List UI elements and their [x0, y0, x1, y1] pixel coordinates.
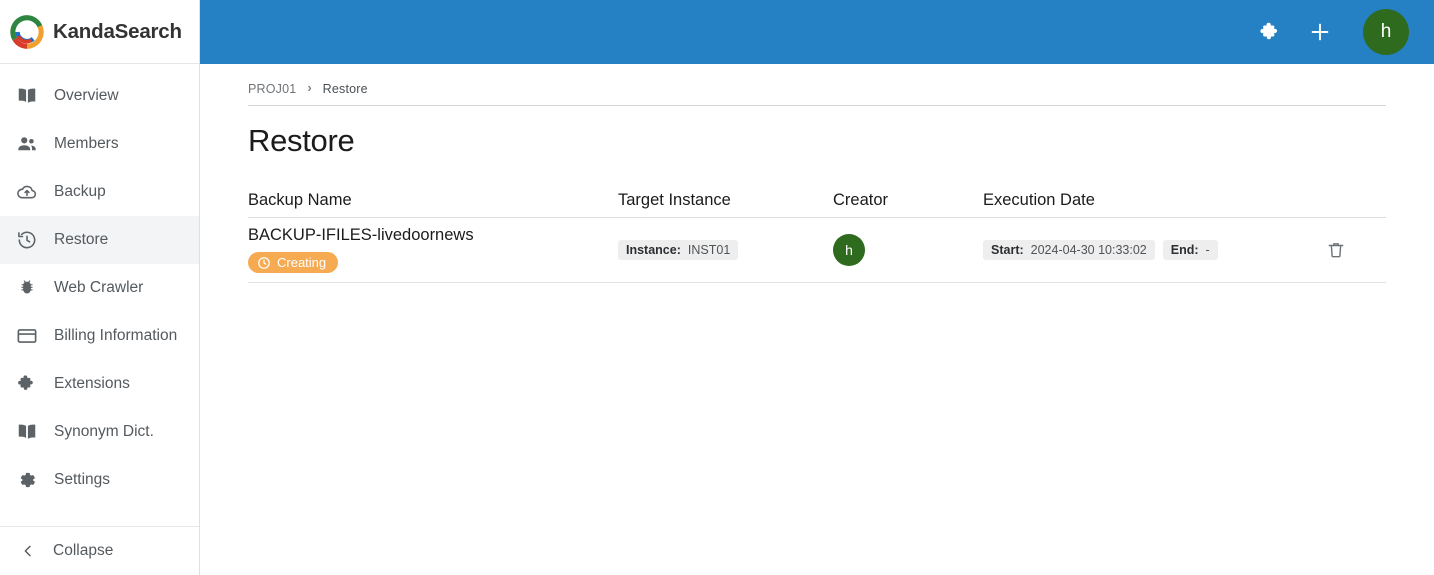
breadcrumb-item-current: Restore: [322, 81, 368, 96]
start-value: 2024-04-30 10:33:02: [1030, 243, 1147, 257]
bug-icon: [16, 277, 38, 299]
sidebar-item-members[interactable]: Members: [0, 120, 199, 168]
sidebar: KandaSearch Overview Members Backup Rest…: [0, 0, 200, 575]
table-row[interactable]: BACKUP-IFILES-livedoornews Creating Inst…: [248, 218, 1386, 283]
people-icon: [16, 133, 38, 155]
sidebar-nav: Overview Members Backup Restore Web Craw…: [0, 64, 199, 526]
end-time-pill: End: -: [1162, 240, 1218, 260]
cell-execution-date: Start: 2024-04-30 10:33:02 End: -: [983, 240, 1323, 260]
main-content: PROJ01 › Restore Restore Backup Name Tar…: [200, 64, 1434, 575]
instance-pill-label: Instance:: [626, 243, 681, 257]
sidebar-item-overview[interactable]: Overview: [0, 72, 199, 120]
cell-actions: [1323, 237, 1387, 263]
chevron-left-icon: [20, 543, 36, 559]
sidebar-item-label: Members: [54, 135, 119, 152]
sidebar-item-label: Billing Information: [54, 327, 178, 344]
kandasearch-swoosh-logo-icon: [10, 14, 44, 49]
start-time-pill: Start: 2024-04-30 10:33:02: [983, 240, 1155, 260]
table-header-row: Backup Name Target Instance Creator Exec…: [248, 184, 1386, 218]
end-label: End:: [1170, 243, 1199, 257]
sidebar-item-restore[interactable]: Restore: [0, 216, 199, 264]
sidebar-item-billing-information[interactable]: Billing Information: [0, 312, 199, 360]
chevron-right-icon: ›: [307, 81, 312, 96]
breadcrumb-item-project[interactable]: PROJ01: [248, 82, 296, 96]
credit-card-icon: [16, 325, 38, 347]
cell-target-instance: Instance: INST01: [618, 240, 833, 260]
book-icon: [16, 85, 38, 107]
cell-backup-name: BACKUP-IFILES-livedoornews Creating: [248, 225, 618, 274]
creator-avatar: h: [833, 234, 865, 266]
sidebar-collapse-label: Collapse: [53, 542, 114, 559]
execution-date-group: Start: 2024-04-30 10:33:02 End: -: [983, 240, 1323, 260]
page-title: Restore: [248, 123, 355, 158]
sidebar-item-label: Overview: [54, 87, 119, 104]
app-root: KandaSearch Overview Members Backup Rest…: [0, 0, 1434, 575]
trash-icon[interactable]: [1323, 237, 1349, 263]
instance-pill-value: INST01: [687, 243, 731, 257]
end-value: -: [1205, 243, 1210, 257]
sidebar-item-label: Settings: [54, 471, 111, 488]
sidebar-item-label: Restore: [54, 231, 109, 248]
status-badge-label: Creating: [277, 255, 327, 271]
column-header-execution-date: Execution Date: [983, 191, 1095, 209]
backup-name-text: BACKUP-IFILES-livedoornews: [248, 226, 474, 245]
sidebar-item-extensions[interactable]: Extensions: [0, 360, 199, 408]
cloud-upload-icon: [16, 181, 38, 203]
sidebar-item-label: Backup: [54, 183, 106, 200]
topbar: h: [200, 0, 1434, 64]
sidebar-item-label: Web Crawler: [54, 279, 144, 296]
sidebar-item-settings[interactable]: Settings: [0, 456, 199, 504]
plus-icon[interactable]: [1307, 19, 1333, 45]
puzzle-icon: [16, 373, 38, 395]
sidebar-item-synonym-dict[interactable]: Synonym Dict.: [0, 408, 199, 456]
sidebar-item-web-crawler[interactable]: Web Crawler: [0, 264, 199, 312]
sidebar-item-label: Synonym Dict.: [54, 423, 154, 440]
start-label: Start:: [991, 243, 1024, 257]
cell-creator: h: [833, 234, 983, 266]
restore-table: Backup Name Target Instance Creator Exec…: [248, 184, 1386, 283]
status-badge: Creating: [248, 252, 339, 274]
column-header-creator: Creator: [833, 191, 889, 209]
restore-clock-icon: [16, 229, 38, 251]
sidebar-collapse-button[interactable]: Collapse: [0, 526, 199, 575]
book-icon: [16, 421, 38, 443]
breadcrumb: PROJ01 › Restore: [248, 78, 1386, 106]
clock-icon: [256, 255, 271, 270]
sidebar-item-backup[interactable]: Backup: [0, 168, 199, 216]
brand-name: KandaSearch: [53, 19, 182, 43]
sidebar-item-label: Extensions: [54, 375, 130, 392]
column-header-backup-name: Backup Name: [248, 191, 352, 209]
brand-header[interactable]: KandaSearch: [0, 0, 199, 64]
puzzle-icon[interactable]: [1257, 19, 1283, 45]
column-header-target-instance: Target Instance: [618, 191, 731, 209]
avatar[interactable]: h: [1363, 9, 1409, 55]
instance-pill: Instance: INST01: [618, 240, 739, 260]
gear-icon: [16, 469, 38, 491]
